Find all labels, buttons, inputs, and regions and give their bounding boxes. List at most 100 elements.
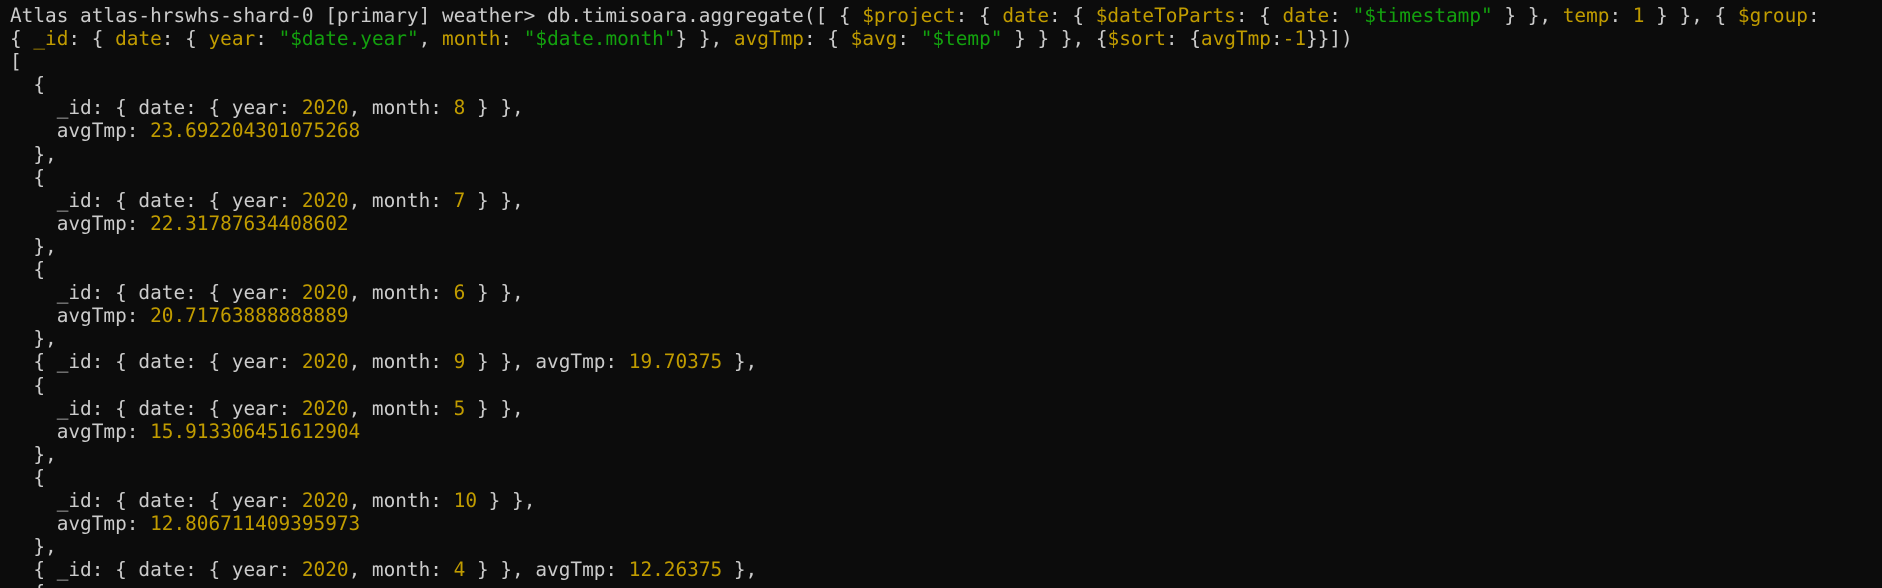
text-token: : { (1165, 27, 1201, 51)
text-token: avgTmp: (10, 419, 151, 443)
text-token: , month: (348, 96, 454, 120)
text-token: } }, avgTmp: (465, 558, 629, 582)
text-token: : { (803, 27, 851, 51)
text-token: } }, (465, 188, 524, 212)
text-token: } }, (465, 96, 524, 120)
text-token: , month: (348, 350, 454, 374)
text-token: : (897, 27, 921, 51)
output-line: _id: { date: { year: 2020, month: 5 } }, (10, 397, 1872, 420)
text-token: _id: { date: { year: (10, 396, 302, 420)
text-token: }, (722, 558, 758, 582)
text-token: }, (10, 442, 57, 466)
text-token: : (255, 27, 279, 51)
key-token: 8 (453, 96, 466, 120)
text-token: }}]) (1306, 27, 1353, 51)
text-token: } }, (465, 396, 524, 420)
key-token: 1 (1632, 4, 1645, 27)
key-token: 5 (453, 396, 466, 420)
text-token: } }, (477, 488, 536, 512)
key-token: 4 (453, 558, 466, 582)
key-token: date (1002, 4, 1050, 27)
text-token: { _id: { date: { year: (10, 558, 302, 582)
key-token: 22.31787634408602 (150, 211, 349, 235)
key-token: date (1282, 4, 1330, 27)
output-line: }, (10, 143, 1872, 166)
text-token: _id: { date: { year: (10, 281, 302, 305)
key-token: 10 (453, 488, 477, 512)
text-token: _id: { date: { year: (10, 488, 302, 512)
key-token: $project (862, 4, 956, 27)
text-token: avgTmp: (10, 211, 151, 235)
text-token: : { (1235, 4, 1283, 27)
text-token: _id: { date: { year: (10, 96, 302, 120)
output-line: }, (10, 327, 1872, 350)
text-token: _id: { date: { year: (10, 188, 302, 212)
output-line: avgTmp: 12.806711409395973 (10, 512, 1872, 535)
string-token: "$date.year" (278, 27, 419, 51)
output-line: avgTmp: 22.31787634408602 (10, 212, 1872, 235)
text-token: : (500, 27, 524, 51)
text-token: } }, (675, 27, 734, 51)
text-token: { (10, 258, 46, 282)
text-token: { (10, 465, 46, 489)
string-token: "$timestamp" (1352, 4, 1493, 27)
output-line: _id: { date: { year: 2020, month: 10 } }… (10, 489, 1872, 512)
output-line: }, (10, 235, 1872, 258)
key-token: 2020 (301, 188, 349, 212)
command-line: Atlas atlas-hrswhs-shard-0 [primary] wea… (10, 4, 1872, 27)
key-token: 2020 (301, 396, 349, 420)
key-token: 15.913306451612904 (150, 419, 361, 443)
text-token: , month: (348, 488, 454, 512)
text-token: }, (722, 350, 758, 374)
output-line: { (10, 374, 1872, 397)
text-token: } }, (465, 281, 524, 305)
terminal-output[interactable]: Atlas atlas-hrswhs-shard-0 [primary] wea… (0, 0, 1882, 588)
output-line: avgTmp: 23.692204301075268 (10, 119, 1872, 142)
output-line: { _id: { date: { year: 2020, month: 9 } … (10, 350, 1872, 373)
text-token: } }, { (1644, 4, 1738, 27)
key-token: 7 (453, 188, 466, 212)
key-token: 20.71763888888889 (150, 304, 349, 328)
text-token: { _id: { date: { year: (10, 350, 302, 374)
key-token: 12.26375 (628, 558, 723, 582)
output-line: avgTmp: 15.913306451612904 (10, 420, 1872, 443)
output-line: { (10, 73, 1872, 96)
key-token: $avg (850, 27, 898, 51)
text-token: : { (955, 4, 1003, 27)
text-token: , (418, 27, 443, 51)
text-token: }, (10, 535, 57, 559)
text-token: : { (1049, 4, 1096, 27)
text-token: { (10, 581, 45, 588)
key-token: month (442, 27, 501, 51)
text-token: { (10, 73, 46, 97)
key-token: 2020 (301, 96, 349, 120)
text-token: { (10, 165, 46, 189)
text-token: , month: (348, 281, 454, 305)
key-token: year (208, 27, 256, 51)
text-token: : { (161, 27, 209, 51)
text-token: } } }, { (1002, 27, 1108, 51)
output-line: avgTmp: 20.71763888888889 (10, 304, 1872, 327)
key-token: $group (1737, 4, 1808, 27)
output-line: [ (10, 50, 1872, 73)
key-token: 23.692204301075268 (150, 119, 361, 143)
text-token: } }, (1492, 4, 1563, 27)
output-line: { (10, 466, 1872, 489)
output-line: _id: { date: { year: 2020, month: 8 } }, (10, 96, 1872, 119)
text-token: [ (10, 50, 22, 74)
text-token: { (10, 27, 34, 51)
key-token: 2020 (301, 281, 349, 305)
key-token: date (115, 27, 162, 51)
text-token: } }, avgTmp: (465, 350, 629, 374)
key-token: temp (1562, 4, 1610, 27)
output-line: }, (10, 443, 1872, 466)
output-line: }, (10, 535, 1872, 558)
text-token: avgTmp: (10, 304, 151, 328)
text-token: : (1609, 4, 1633, 27)
key-token: 19.70375 (628, 350, 723, 374)
text-token: }, (10, 327, 57, 351)
text-token: , month: (348, 396, 454, 420)
text-token: { (10, 373, 46, 397)
text-token: Atlas atlas-hrswhs-shard-0 [primary] wea… (10, 4, 863, 27)
key-token: 2020 (301, 488, 349, 512)
